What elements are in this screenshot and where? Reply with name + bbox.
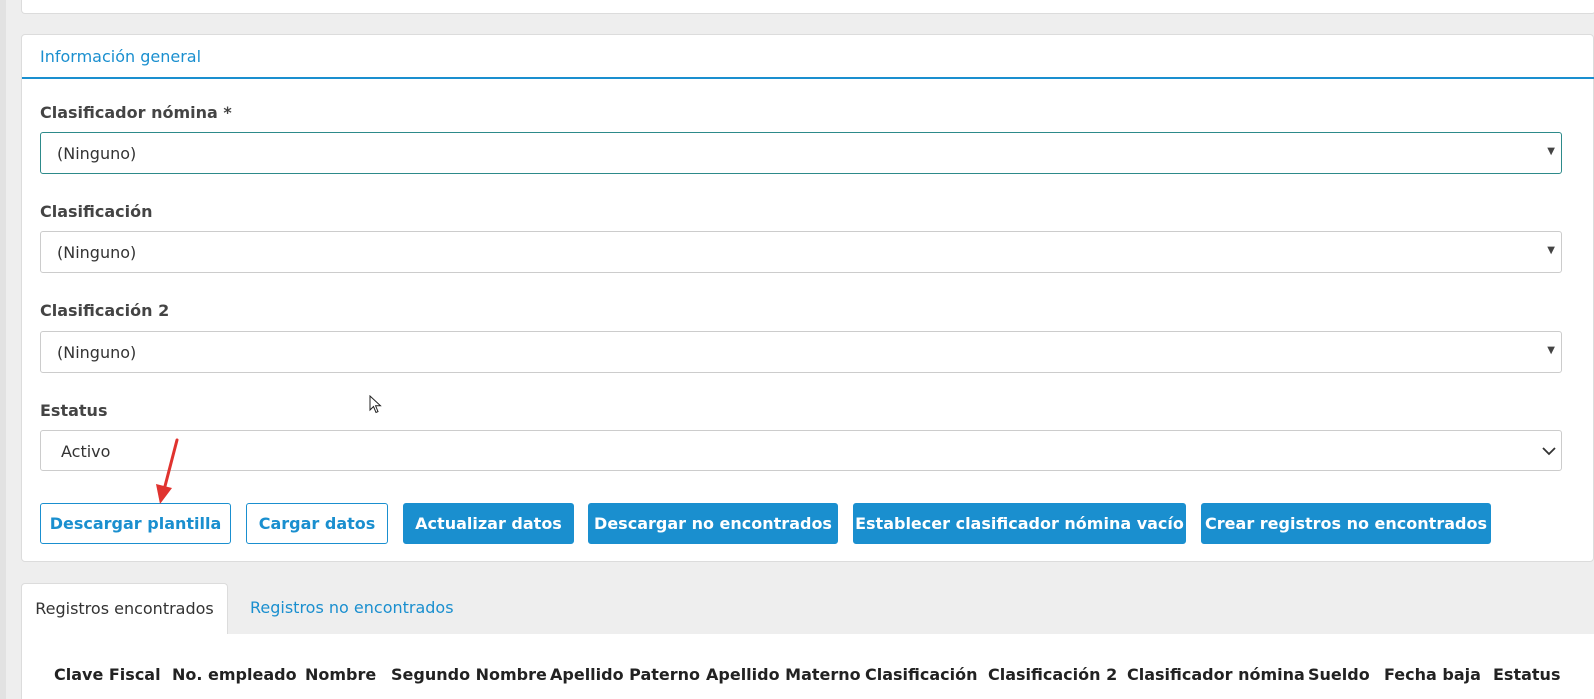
general-info-card: Información general Clasificador nómina … <box>21 34 1594 562</box>
load-data-button[interactable]: Cargar datos <box>246 503 388 544</box>
column-header[interactable]: Clasificación 2 <box>988 665 1117 684</box>
column-header[interactable]: Nombre <box>305 665 376 684</box>
column-header[interactable]: Fecha baja <box>1384 665 1481 684</box>
column-header[interactable]: Apellido Materno <box>706 665 861 684</box>
results-tabs: Registros encontrados Registros no encon… <box>21 583 1594 634</box>
left-edge <box>0 0 6 699</box>
classification-2-label: Clasificación 2 <box>40 301 170 320</box>
red-arrow-icon <box>156 438 179 504</box>
status-select[interactable]: Activo <box>40 430 1562 471</box>
column-header[interactable]: Sueldo <box>1308 665 1370 684</box>
status-value: Activo <box>61 442 111 461</box>
top-card <box>21 0 1594 14</box>
status-label: Estatus <box>40 401 108 420</box>
column-header[interactable]: Clasificación <box>865 665 978 684</box>
tab-found-records[interactable]: Registros encontrados <box>21 583 228 634</box>
set-empty-classifier-button[interactable]: Establecer clasificador nómina vacío <box>853 503 1186 544</box>
classification-2-select[interactable]: (Ninguno) ▼ <box>40 331 1562 373</box>
column-header[interactable]: Clave Fiscal <box>54 665 161 684</box>
column-header[interactable]: Apellido Paterno <box>550 665 700 684</box>
chevron-down-icon <box>1542 447 1556 456</box>
dropdown-triangle-icon: ▼ <box>1547 245 1555 256</box>
dropdown-triangle-icon: ▼ <box>1547 345 1555 356</box>
classification-value: (Ninguno) <box>57 243 137 262</box>
payroll-classifier-label: Clasificador nómina * <box>40 103 232 122</box>
column-header[interactable]: Clasificador nómina <box>1127 665 1305 684</box>
tab-not-found-records[interactable]: Registros no encontrados <box>250 583 454 634</box>
download-template-button[interactable]: Descargar plantilla <box>40 503 231 544</box>
update-data-button[interactable]: Actualizar datos <box>403 503 574 544</box>
classification-label: Clasificación <box>40 202 153 221</box>
mouse-pointer-icon <box>369 395 382 414</box>
card-title: Información general <box>40 47 202 66</box>
download-not-found-button[interactable]: Descargar no encontrados <box>588 503 838 544</box>
dropdown-triangle-icon: ▼ <box>1547 146 1555 157</box>
column-header[interactable]: Segundo Nombre <box>391 665 547 684</box>
classification-2-value: (Ninguno) <box>57 343 137 362</box>
create-not-found-button[interactable]: Crear registros no encontrados <box>1201 503 1491 544</box>
column-header[interactable]: Estatus <box>1493 665 1560 684</box>
payroll-classifier-select[interactable]: (Ninguno) ▼ <box>40 132 1562 174</box>
classification-select[interactable]: (Ninguno) ▼ <box>40 231 1562 273</box>
results-table: Clave Fiscal No. empleado Nombre Segundo… <box>21 634 1594 699</box>
column-header[interactable]: No. empleado <box>172 665 297 684</box>
payroll-classifier-value: (Ninguno) <box>57 144 137 163</box>
card-header: Información general <box>22 35 1594 79</box>
